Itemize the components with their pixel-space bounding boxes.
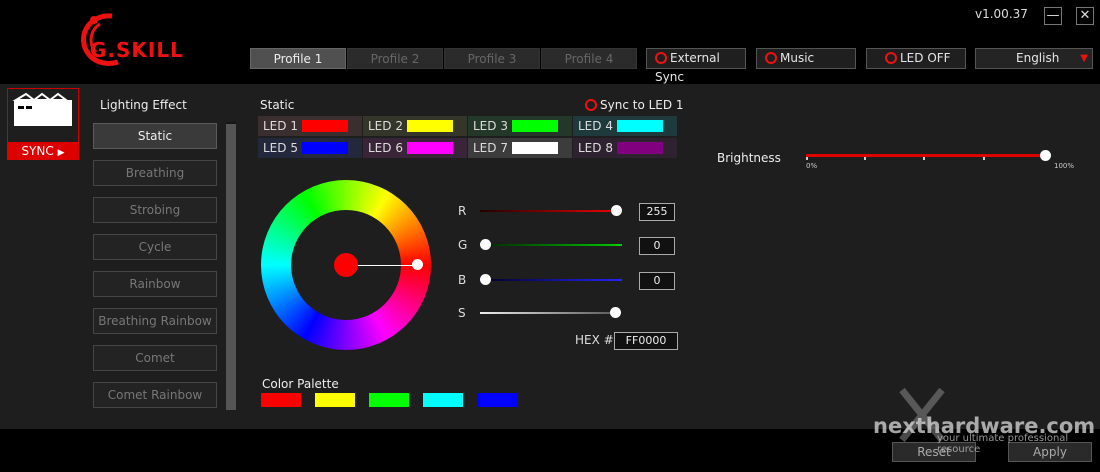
brightness-min-label: 0% bbox=[806, 162, 818, 170]
led-5-button[interactable]: LED 5 bbox=[258, 138, 362, 158]
b-slider-handle[interactable] bbox=[480, 274, 491, 285]
r-label: R bbox=[458, 204, 467, 218]
led-color-swatch bbox=[512, 120, 558, 132]
brand-name: G.SKILL bbox=[90, 38, 184, 62]
radio-icon bbox=[885, 52, 897, 64]
led-color-swatch bbox=[617, 142, 663, 154]
led-1-button[interactable]: LED 1 bbox=[258, 116, 362, 136]
external-sync-button[interactable]: External Sync bbox=[646, 48, 746, 84]
brightness-tick bbox=[864, 157, 866, 160]
radio-icon bbox=[585, 99, 597, 111]
effect-static[interactable]: Static bbox=[93, 123, 217, 149]
brightness-max-label: 100% bbox=[1054, 162, 1075, 170]
palette-swatch-2[interactable] bbox=[315, 393, 355, 407]
palette-swatch-1[interactable] bbox=[261, 393, 301, 407]
color-palette-title: Color Palette bbox=[262, 377, 339, 391]
language-value: English bbox=[1016, 51, 1060, 65]
led-7-button[interactable]: LED 7 bbox=[468, 138, 572, 158]
sync-button[interactable]: SYNC ▶ bbox=[7, 142, 79, 160]
r-slider[interactable] bbox=[480, 210, 620, 212]
led-label: LED 6 bbox=[368, 141, 403, 155]
radio-icon bbox=[765, 52, 777, 64]
brightness-tick bbox=[983, 157, 985, 160]
led-8-button[interactable]: LED 8 bbox=[573, 138, 677, 158]
led-2-button[interactable]: LED 2 bbox=[363, 116, 467, 136]
brightness-slider-handle[interactable] bbox=[1040, 150, 1051, 161]
sync-label: SYNC bbox=[21, 144, 54, 158]
g-value-input[interactable]: 0 bbox=[639, 237, 675, 255]
led-4-button[interactable]: LED 4 bbox=[573, 116, 677, 136]
led-3-button[interactable]: LED 3 bbox=[468, 116, 572, 136]
brightness-label: Brightness bbox=[717, 151, 781, 165]
version-label: v1.00.37 bbox=[975, 7, 1028, 21]
effect-comet[interactable]: Comet bbox=[93, 345, 217, 371]
tab-profile-4[interactable]: Profile 4 bbox=[541, 48, 637, 69]
led-color-swatch bbox=[407, 120, 453, 132]
music-label: Music bbox=[780, 51, 815, 65]
sync-to-led1-toggle[interactable]: Sync to LED 1 bbox=[585, 98, 684, 112]
minimize-button[interactable]: — bbox=[1044, 7, 1062, 25]
b-value-input[interactable]: 0 bbox=[639, 272, 675, 290]
lighting-effect-title: Lighting Effect bbox=[100, 98, 187, 112]
led-color-swatch bbox=[302, 142, 348, 154]
tab-profile-2[interactable]: Profile 2 bbox=[347, 48, 443, 69]
s-slider-handle[interactable] bbox=[610, 307, 621, 318]
hex-value-input[interactable]: FF0000 bbox=[614, 332, 678, 350]
r-slider-handle[interactable] bbox=[611, 205, 622, 216]
watermark-tagline: your ultimate professional resource bbox=[937, 433, 1069, 455]
led-label: LED 1 bbox=[263, 119, 298, 133]
color-wheel-handle[interactable] bbox=[412, 259, 423, 270]
led-color-swatch bbox=[512, 142, 558, 154]
g-slider-handle[interactable] bbox=[480, 239, 491, 250]
current-color-dot bbox=[334, 253, 358, 277]
sync-to-led1-label: Sync to LED 1 bbox=[600, 98, 684, 112]
brightness-slider[interactable] bbox=[806, 154, 1046, 157]
chevron-down-icon: ▼ bbox=[1080, 53, 1088, 64]
led-color-swatch bbox=[617, 120, 663, 132]
effect-breathing-rainbow[interactable]: Breathing Rainbow bbox=[93, 308, 217, 334]
hex-label: HEX # bbox=[575, 333, 614, 347]
led-label: LED 8 bbox=[578, 141, 613, 155]
effect-strobing[interactable]: Strobing bbox=[93, 197, 217, 223]
led-off-label: LED OFF bbox=[900, 51, 951, 65]
led-color-swatch bbox=[302, 120, 348, 132]
brightness-tick bbox=[806, 157, 808, 160]
led-label: LED 5 bbox=[263, 141, 298, 155]
r-value-input[interactable]: 255 bbox=[639, 203, 675, 221]
s-label: S bbox=[458, 306, 466, 320]
led-6-button[interactable]: LED 6 bbox=[363, 138, 467, 158]
brightness-tick bbox=[923, 157, 925, 160]
led-color-swatch bbox=[407, 142, 453, 154]
static-title: Static bbox=[260, 98, 295, 112]
b-slider[interactable] bbox=[480, 279, 622, 281]
led-label: LED 4 bbox=[578, 119, 613, 133]
g-label: G bbox=[458, 238, 468, 252]
led-label: LED 7 bbox=[473, 141, 508, 155]
close-button[interactable]: ✕ bbox=[1076, 7, 1094, 25]
s-slider[interactable] bbox=[480, 312, 620, 314]
effect-cycle[interactable]: Cycle bbox=[93, 234, 217, 260]
music-button[interactable]: Music bbox=[756, 48, 856, 69]
led-label: LED 2 bbox=[368, 119, 403, 133]
g-slider[interactable] bbox=[480, 244, 622, 246]
palette-swatch-4[interactable] bbox=[423, 393, 463, 407]
tab-profile-3[interactable]: Profile 3 bbox=[444, 48, 540, 69]
b-label: B bbox=[458, 273, 467, 287]
effect-comet-rainbow[interactable]: Comet Rainbow bbox=[93, 382, 217, 408]
radio-icon bbox=[655, 52, 667, 64]
tab-profile-1[interactable]: Profile 1 bbox=[250, 48, 346, 69]
scrollbar-thumb[interactable] bbox=[226, 124, 236, 410]
language-select[interactable]: English ▼ bbox=[975, 48, 1093, 69]
led-off-button[interactable]: LED OFF bbox=[866, 48, 966, 69]
palette-swatch-5[interactable] bbox=[477, 393, 517, 407]
palette-swatch-3[interactable] bbox=[369, 393, 409, 407]
triangle-right-icon: ▶ bbox=[57, 148, 65, 158]
effect-breathing[interactable]: Breathing bbox=[93, 160, 217, 186]
led-label: LED 3 bbox=[473, 119, 508, 133]
effect-rainbow[interactable]: Rainbow bbox=[93, 271, 217, 297]
ram-module-icon bbox=[12, 92, 72, 126]
